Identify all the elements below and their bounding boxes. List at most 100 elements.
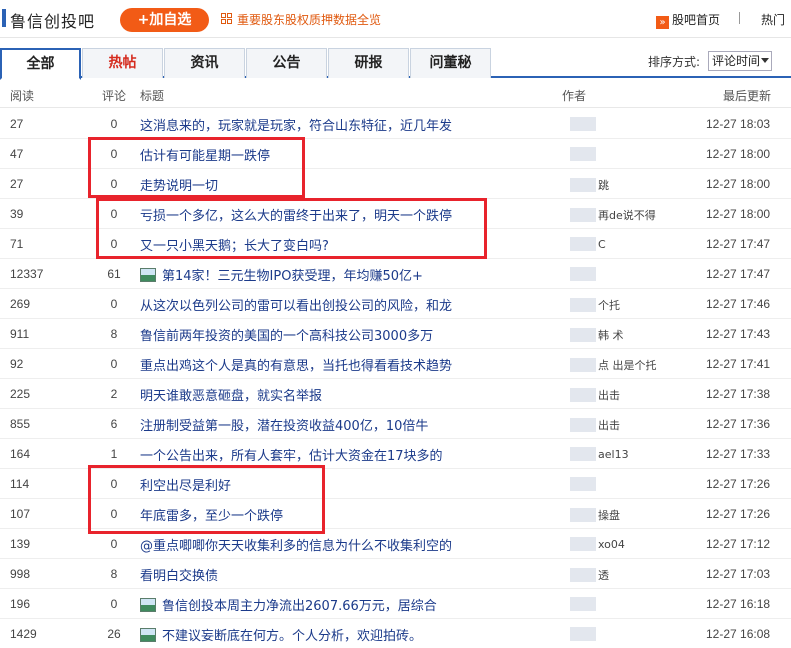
bar-accent-mark (2, 9, 6, 27)
top-bar: 鲁信创投吧 +加自选 重要股东股权质押数据全览 » 股吧首页 热门 (0, 0, 791, 38)
comment-count: 0 (110, 117, 118, 131)
table-row[interactable]: 855 6 注册制受益第一股，潜在投资收益400亿，10倍牛 出击 12-27 17:3… (0, 409, 791, 439)
read-count: 27 (10, 117, 24, 131)
read-count: 27 (10, 177, 24, 191)
blurred-avatar (570, 147, 596, 161)
promo-link[interactable]: 重要股东股权质押数据全览 (221, 11, 381, 28)
comment-count: 61 (107, 267, 121, 281)
tab-ask-secretary[interactable]: 问董秘 (410, 48, 491, 78)
blurred-avatar (570, 298, 596, 312)
comment-count: 2 (110, 387, 118, 401)
author[interactable] (570, 267, 670, 283)
author[interactable]: 操盘 (570, 507, 670, 523)
author[interactable]: 个托 (570, 297, 670, 313)
col-title: 标题 (140, 89, 165, 103)
table-row[interactable]: 911 8 鲁信前两年投资的美国的一个高科技公司3000多万 韩 术 12-27 17:… (0, 319, 791, 349)
blurred-avatar (570, 267, 596, 281)
last-updated: 12-27 17:38 (706, 387, 771, 401)
guba-home-link[interactable]: » 股吧首页 (656, 11, 720, 29)
tab-hot[interactable]: 热帖 (82, 48, 163, 78)
author[interactable]: 再de说不得 (570, 207, 670, 223)
table-row[interactable]: 225 2 明天谁敢恶意砸盘，就实名举报 出击 12-27 17:38 (0, 379, 791, 409)
post-title-text: @重点唧唧你天天收集利多的信息为什么不收集利空的 (140, 539, 453, 554)
blurred-avatar (570, 237, 596, 251)
last-updated: 12-27 17:43 (706, 327, 771, 341)
read-count: 71 (10, 237, 24, 251)
author[interactable] (570, 117, 670, 133)
last-updated: 12-27 16:18 (706, 597, 771, 611)
last-updated: 12-27 17:33 (706, 447, 771, 461)
sort-label: 排序方式: (648, 55, 701, 69)
author[interactable]: 出击 (570, 387, 670, 403)
table-row[interactable]: 12337 61 第14家！三元生物IPO获受理，年均赚50亿+ 12-27 17:4… (0, 259, 791, 289)
author[interactable]: 点 出是个托 (570, 357, 670, 373)
author[interactable]: 跳 (570, 177, 670, 193)
read-count: 139 (10, 537, 31, 551)
read-count: 114 (10, 477, 30, 491)
post-title[interactable]: 注册制受益第一股，潜在投资收益400亿，10倍牛 (140, 415, 428, 434)
tab-all[interactable]: 全部 (0, 48, 81, 80)
author-name: 韩 术 (598, 329, 624, 342)
post-title[interactable]: 看明白交换债 (140, 565, 218, 584)
bar-title[interactable]: 鲁信创投吧 (10, 8, 95, 32)
col-author: 作者 (562, 89, 587, 103)
table-row[interactable]: 92 0 重点出鸡这个人是真的有意思，当托也得看看技术趋势 点 出是个托 12-27 1… (0, 349, 791, 379)
last-updated: 12-27 17:47 (706, 237, 771, 251)
post-title[interactable]: 第14家！三元生物IPO获受理，年均赚50亿+ (140, 265, 423, 284)
hot-link[interactable]: 热门 (761, 11, 785, 28)
author[interactable] (570, 147, 670, 163)
post-title-text: 看明白交换债 (140, 569, 219, 584)
last-updated: 12-27 18:00 (706, 147, 771, 161)
blurred-avatar (570, 568, 596, 582)
post-title[interactable]: 从这次以色列公司的雷可以看出创投公司的风险，和龙 (140, 295, 452, 314)
comment-count: 6 (110, 417, 118, 431)
post-title[interactable]: 鲁信前两年投资的美国的一个高科技公司3000多万 (140, 325, 433, 344)
table-row[interactable]: 1429 26 不建议妄断底在何方。个人分析，欢迎拍砖。 12-27 16:08 (0, 619, 791, 648)
post-title-text: 鲁信前两年投资的美国的一个高科技公司3000多万 (140, 329, 434, 344)
blurred-avatar (570, 477, 596, 491)
sort-select[interactable]: 评论时间 (708, 51, 772, 71)
post-title[interactable]: @重点唧唧你天天收集利多的信息为什么不收集利空的 (140, 535, 452, 554)
author[interactable]: 出击 (570, 417, 670, 433)
author-name: C (598, 238, 606, 251)
author[interactable] (570, 597, 670, 613)
post-title[interactable]: 明天谁敢恶意砸盘，就实名举报 (140, 385, 322, 404)
blurred-avatar (570, 328, 596, 342)
read-count: 39 (10, 207, 24, 221)
author[interactable]: 透 (570, 567, 670, 583)
read-count: 92 (10, 357, 24, 371)
tab-news[interactable]: 资讯 (164, 48, 245, 78)
last-updated: 12-27 17:12 (706, 537, 771, 551)
post-title[interactable]: 一个公告出来，所有人套牢，估计大资金在17块多的 (140, 445, 443, 464)
post-title-text: 一个公告出来，所有人套牢，估计大资金在17块多的 (140, 449, 443, 464)
last-updated: 12-27 17:47 (706, 267, 771, 281)
author[interactable]: C (570, 237, 670, 253)
author[interactable] (570, 477, 670, 493)
read-count: 47 (10, 147, 24, 161)
post-title-text: 第14家！三元生物IPO获受理，年均赚50亿+ (162, 269, 423, 284)
table-row[interactable]: 27 0 这消息来的，玩家就是玩家，符合山东特征，近几年发 12-27 18:03 (0, 109, 791, 139)
blurred-avatar (570, 117, 596, 131)
author[interactable]: 韩 术 (570, 327, 670, 343)
table-row[interactable]: 269 0 从这次以色列公司的雷可以看出创投公司的风险，和龙 个托 12-27 17:4… (0, 289, 791, 319)
author[interactable] (570, 627, 670, 643)
post-title-text: 鲁信创投本周主力净流出2607.66万元，居综合 (162, 599, 437, 614)
comment-count: 0 (110, 537, 118, 551)
post-title[interactable]: 这消息来的，玩家就是玩家，符合山东特征，近几年发 (140, 115, 452, 134)
last-updated: 12-27 17:36 (706, 417, 771, 431)
post-title[interactable]: 重点出鸡这个人是真的有意思，当托也得看看技术趋势 (140, 355, 452, 374)
table-row[interactable]: 196 0 鲁信创投本周主力净流出2607.66万元，居综合 12-27 16:18 (0, 589, 791, 619)
col-comments: 评论 (102, 89, 127, 103)
tab-research[interactable]: 研报 (328, 48, 409, 78)
comment-count: 0 (110, 597, 118, 611)
tab-announcements[interactable]: 公告 (246, 48, 327, 78)
author[interactable]: ael13 (570, 447, 670, 463)
add-to-watchlist-button[interactable]: +加自选 (120, 8, 209, 32)
table-row[interactable]: 998 8 看明白交换债 透 12-27 17:03 (0, 559, 791, 589)
post-title[interactable]: 鲁信创投本周主力净流出2607.66万元，居综合 (140, 595, 437, 614)
highlight-box (96, 198, 487, 259)
post-title[interactable]: 不建议妄断底在何方。个人分析，欢迎拍砖。 (140, 625, 422, 644)
author[interactable]: xo04 (570, 537, 670, 553)
comment-count: 8 (110, 567, 118, 581)
last-updated: 12-27 17:26 (706, 477, 771, 491)
